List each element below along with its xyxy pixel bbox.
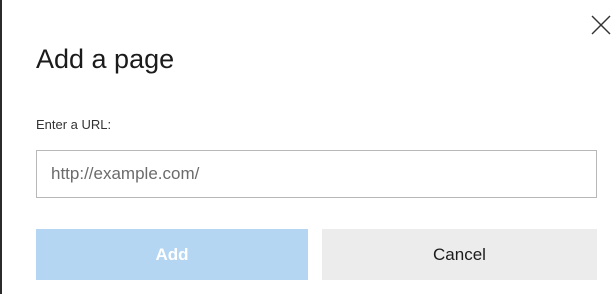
close-icon: [591, 15, 611, 35]
dialog-title: Add a page: [36, 44, 175, 74]
cancel-button[interactable]: Cancel: [322, 229, 597, 280]
close-button[interactable]: [588, 12, 614, 38]
url-label: Enter a URL:: [36, 117, 112, 132]
add-page-dialog: Add a page Enter a URL: Add Cancel: [0, 0, 615, 294]
url-input[interactable]: [36, 150, 597, 198]
add-button[interactable]: Add: [36, 229, 308, 280]
dialog-left-border: [0, 0, 2, 294]
